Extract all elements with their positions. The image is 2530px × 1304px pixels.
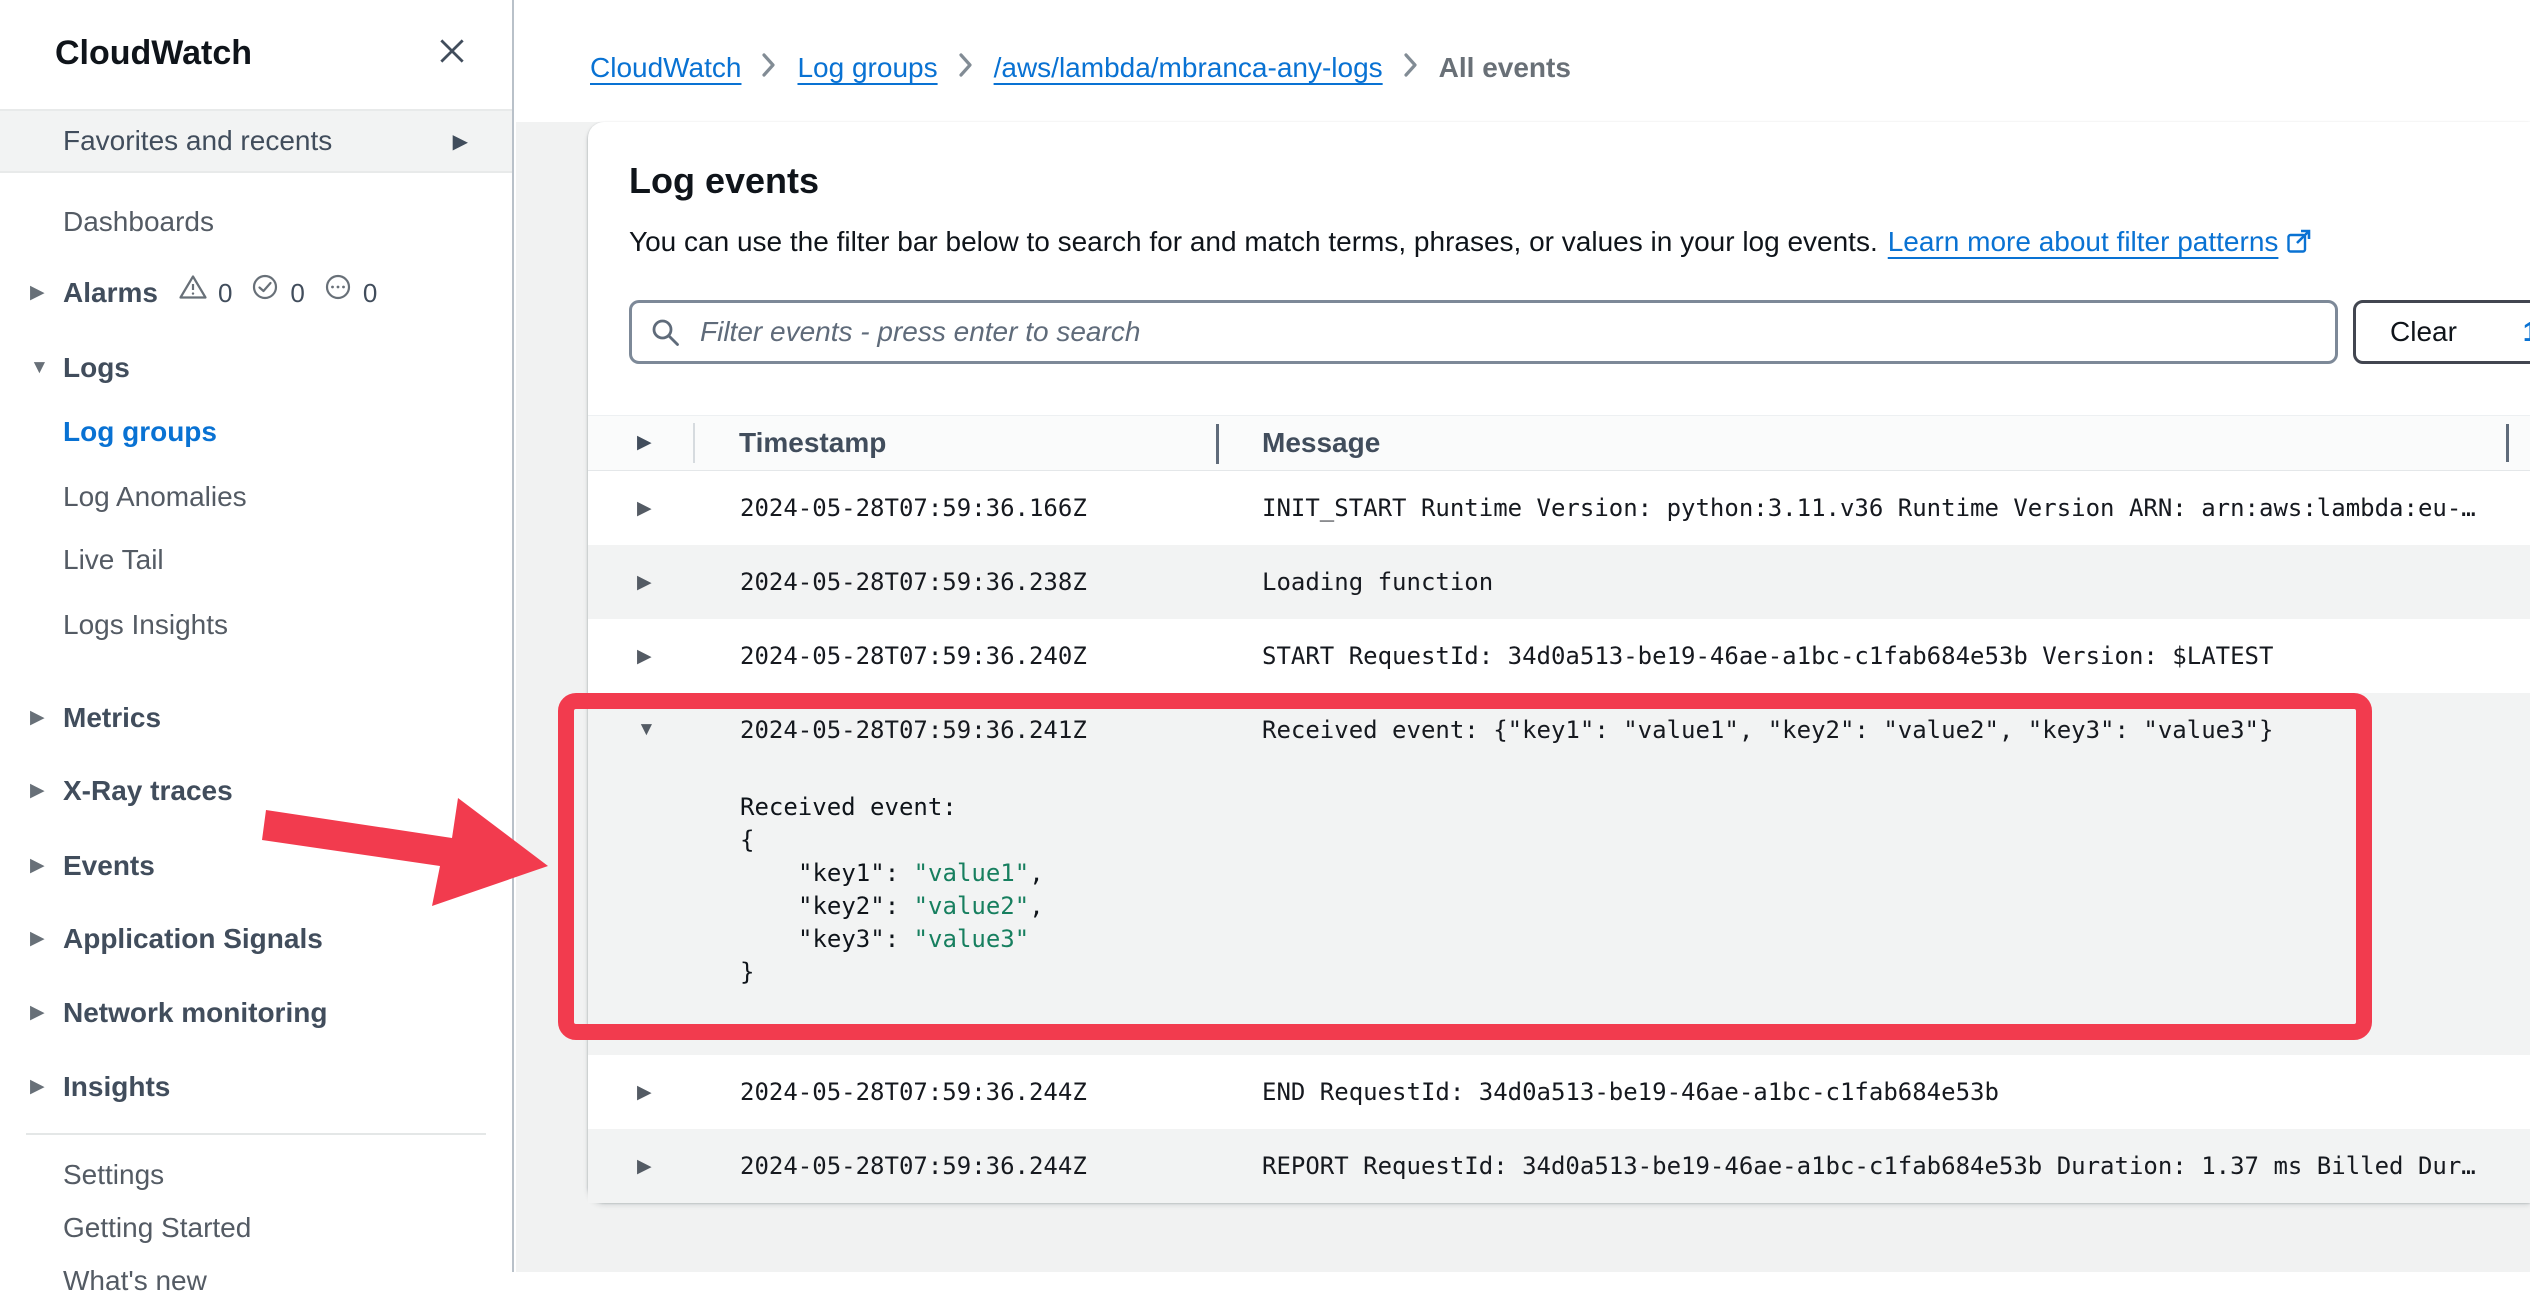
filter-actions: Clear 1 bbox=[2353, 300, 2530, 364]
filter-box bbox=[629, 300, 2338, 364]
sidebar-item-log-groups[interactable]: Log groups bbox=[0, 409, 512, 455]
alarm-counts: 0 0 0 bbox=[178, 270, 385, 316]
warning-triangle-icon bbox=[178, 270, 208, 316]
breadcrumb-separator-icon bbox=[1403, 52, 1419, 85]
caret-right-icon[interactable]: ▶ bbox=[30, 768, 45, 814]
column-header-timestamp[interactable]: Timestamp bbox=[739, 416, 886, 470]
table-row[interactable]: ▶ 2024-05-28T07:59:36.238Z Loading funct… bbox=[588, 545, 2530, 619]
external-link-icon bbox=[2286, 228, 2312, 254]
breadcrumb-all-events: All events bbox=[1439, 52, 1571, 84]
sidebar-item-settings[interactable]: Settings bbox=[0, 1152, 512, 1198]
caret-right-icon[interactable]: ▶ bbox=[30, 843, 45, 889]
column-header-message[interactable]: Message bbox=[1262, 416, 1380, 470]
json-pair: "key3": "value3" bbox=[740, 923, 2530, 956]
sidebar-divider bbox=[26, 1133, 486, 1135]
sidebar-item-whats-new[interactable]: What's new bbox=[0, 1258, 512, 1304]
sidebar-item-application-signals[interactable]: ▶ Application Signals bbox=[0, 916, 512, 962]
caret-right-icon[interactable]: ▶ bbox=[637, 416, 652, 470]
sidebar-item-events[interactable]: ▶ Events bbox=[0, 843, 512, 889]
table-row-expanded[interactable]: ▼ 2024-05-28T07:59:36.241Z Received even… bbox=[588, 693, 2530, 1055]
expand-caret-icon[interactable]: ▶ bbox=[588, 1081, 740, 1104]
caret-right-icon[interactable]: ▶ bbox=[30, 270, 45, 316]
breadcrumb-log-groups[interactable]: Log groups bbox=[797, 52, 937, 84]
sidebar-item-live-tail[interactable]: Live Tail bbox=[0, 537, 512, 583]
expand-caret-icon[interactable]: ▶ bbox=[588, 1155, 740, 1178]
caret-right-icon[interactable]: ▶ bbox=[30, 990, 45, 1036]
expanded-event-json: Received event: { "key1": "value1", "key… bbox=[588, 767, 2530, 989]
page-title: Log events bbox=[629, 160, 819, 202]
table-header: ▶ Timestamp Message bbox=[588, 415, 2530, 471]
sidebar-item-favorites[interactable]: Favorites and recents ▶ bbox=[0, 109, 512, 173]
table-row[interactable]: ▶ 2024-05-28T07:59:36.240Z START Request… bbox=[588, 619, 2530, 693]
sidebar-item-logs[interactable]: ▼ Logs bbox=[0, 345, 512, 391]
caret-right-icon[interactable]: ▶ bbox=[30, 1064, 45, 1110]
log-events-card: Log events You can use the filter bar be… bbox=[588, 122, 2530, 1202]
check-circle-icon bbox=[250, 270, 280, 316]
filter-events-input[interactable] bbox=[629, 300, 2338, 364]
clear-button[interactable]: Clear bbox=[2390, 316, 2457, 348]
expand-caret-icon[interactable]: ▶ bbox=[588, 645, 740, 668]
sidebar-item-log-anomalies[interactable]: Log Anomalies bbox=[0, 474, 512, 520]
filter-row: Clear 1 bbox=[629, 300, 2530, 364]
breadcrumb: CloudWatch Log groups /aws/lambda/mbranc… bbox=[590, 50, 1571, 86]
favorites-label: Favorites and recents bbox=[63, 125, 332, 157]
breadcrumb-separator-icon bbox=[958, 52, 974, 85]
learn-more-link[interactable]: Learn more about filter patterns bbox=[1888, 226, 2313, 257]
caret-right-icon[interactable]: ▶ bbox=[30, 695, 45, 741]
app-title: CloudWatch bbox=[55, 34, 252, 73]
sidebar-item-network-monitoring[interactable]: ▶ Network monitoring bbox=[0, 990, 512, 1036]
json-pair: "key2": "value2", bbox=[740, 890, 2530, 923]
breadcrumb-cloudwatch[interactable]: CloudWatch bbox=[590, 52, 741, 84]
json-pair: "key1": "value1", bbox=[740, 857, 2530, 890]
breadcrumb-separator-icon bbox=[761, 52, 777, 85]
sidebar-header: CloudWatch bbox=[0, 0, 512, 106]
sidebar-item-getting-started[interactable]: Getting Started bbox=[0, 1205, 512, 1251]
sidebar: CloudWatch Favorites and recents ▶ Dashb… bbox=[0, 0, 514, 1272]
sidebar-item-insights[interactable]: ▶ Insights bbox=[0, 1064, 512, 1110]
filter-description: You can use the filter bar below to sear… bbox=[629, 226, 2312, 258]
table-row[interactable]: ▶ 2024-05-28T07:59:36.166Z INIT_START Ru… bbox=[588, 471, 2530, 545]
main-content: CloudWatch Log groups /aws/lambda/mbranc… bbox=[516, 0, 2530, 1272]
caret-right-icon[interactable]: ▶ bbox=[30, 916, 45, 962]
sidebar-item-xray-traces[interactable]: ▶ X-Ray traces bbox=[0, 768, 512, 814]
ellipsis-circle-icon bbox=[323, 270, 353, 316]
sidebar-item-metrics[interactable]: ▶ Metrics bbox=[0, 695, 512, 741]
caret-down-icon[interactable]: ▼ bbox=[30, 345, 49, 391]
sidebar-item-alarms[interactable]: ▶ Alarms 0 0 0 bbox=[0, 270, 512, 316]
expand-caret-icon[interactable]: ▶ bbox=[588, 497, 740, 520]
column-divider bbox=[693, 423, 695, 463]
collapse-caret-icon[interactable]: ▼ bbox=[588, 719, 740, 741]
sidebar-item-dashboards[interactable]: Dashboards bbox=[0, 199, 512, 245]
table-row[interactable]: ▶ 2024-05-28T07:59:36.244Z REPORT Reques… bbox=[588, 1129, 2530, 1203]
chevron-right-icon: ▶ bbox=[453, 129, 468, 154]
column-resize-handle[interactable] bbox=[2506, 424, 2509, 462]
close-icon[interactable] bbox=[436, 35, 468, 72]
sidebar-item-logs-insights[interactable]: Logs Insights bbox=[0, 602, 512, 648]
column-resize-handle[interactable] bbox=[1216, 424, 1219, 464]
time-range-button[interactable]: 1 bbox=[2523, 316, 2530, 348]
search-icon bbox=[650, 317, 680, 352]
expand-caret-icon[interactable]: ▶ bbox=[588, 571, 740, 594]
breadcrumb-log-group-name[interactable]: /aws/lambda/mbranca-any-logs bbox=[994, 52, 1383, 84]
table-row[interactable]: ▶ 2024-05-28T07:59:36.244Z END RequestId… bbox=[588, 1055, 2530, 1129]
log-rows: ▶ 2024-05-28T07:59:36.166Z INIT_START Ru… bbox=[588, 471, 2530, 1203]
